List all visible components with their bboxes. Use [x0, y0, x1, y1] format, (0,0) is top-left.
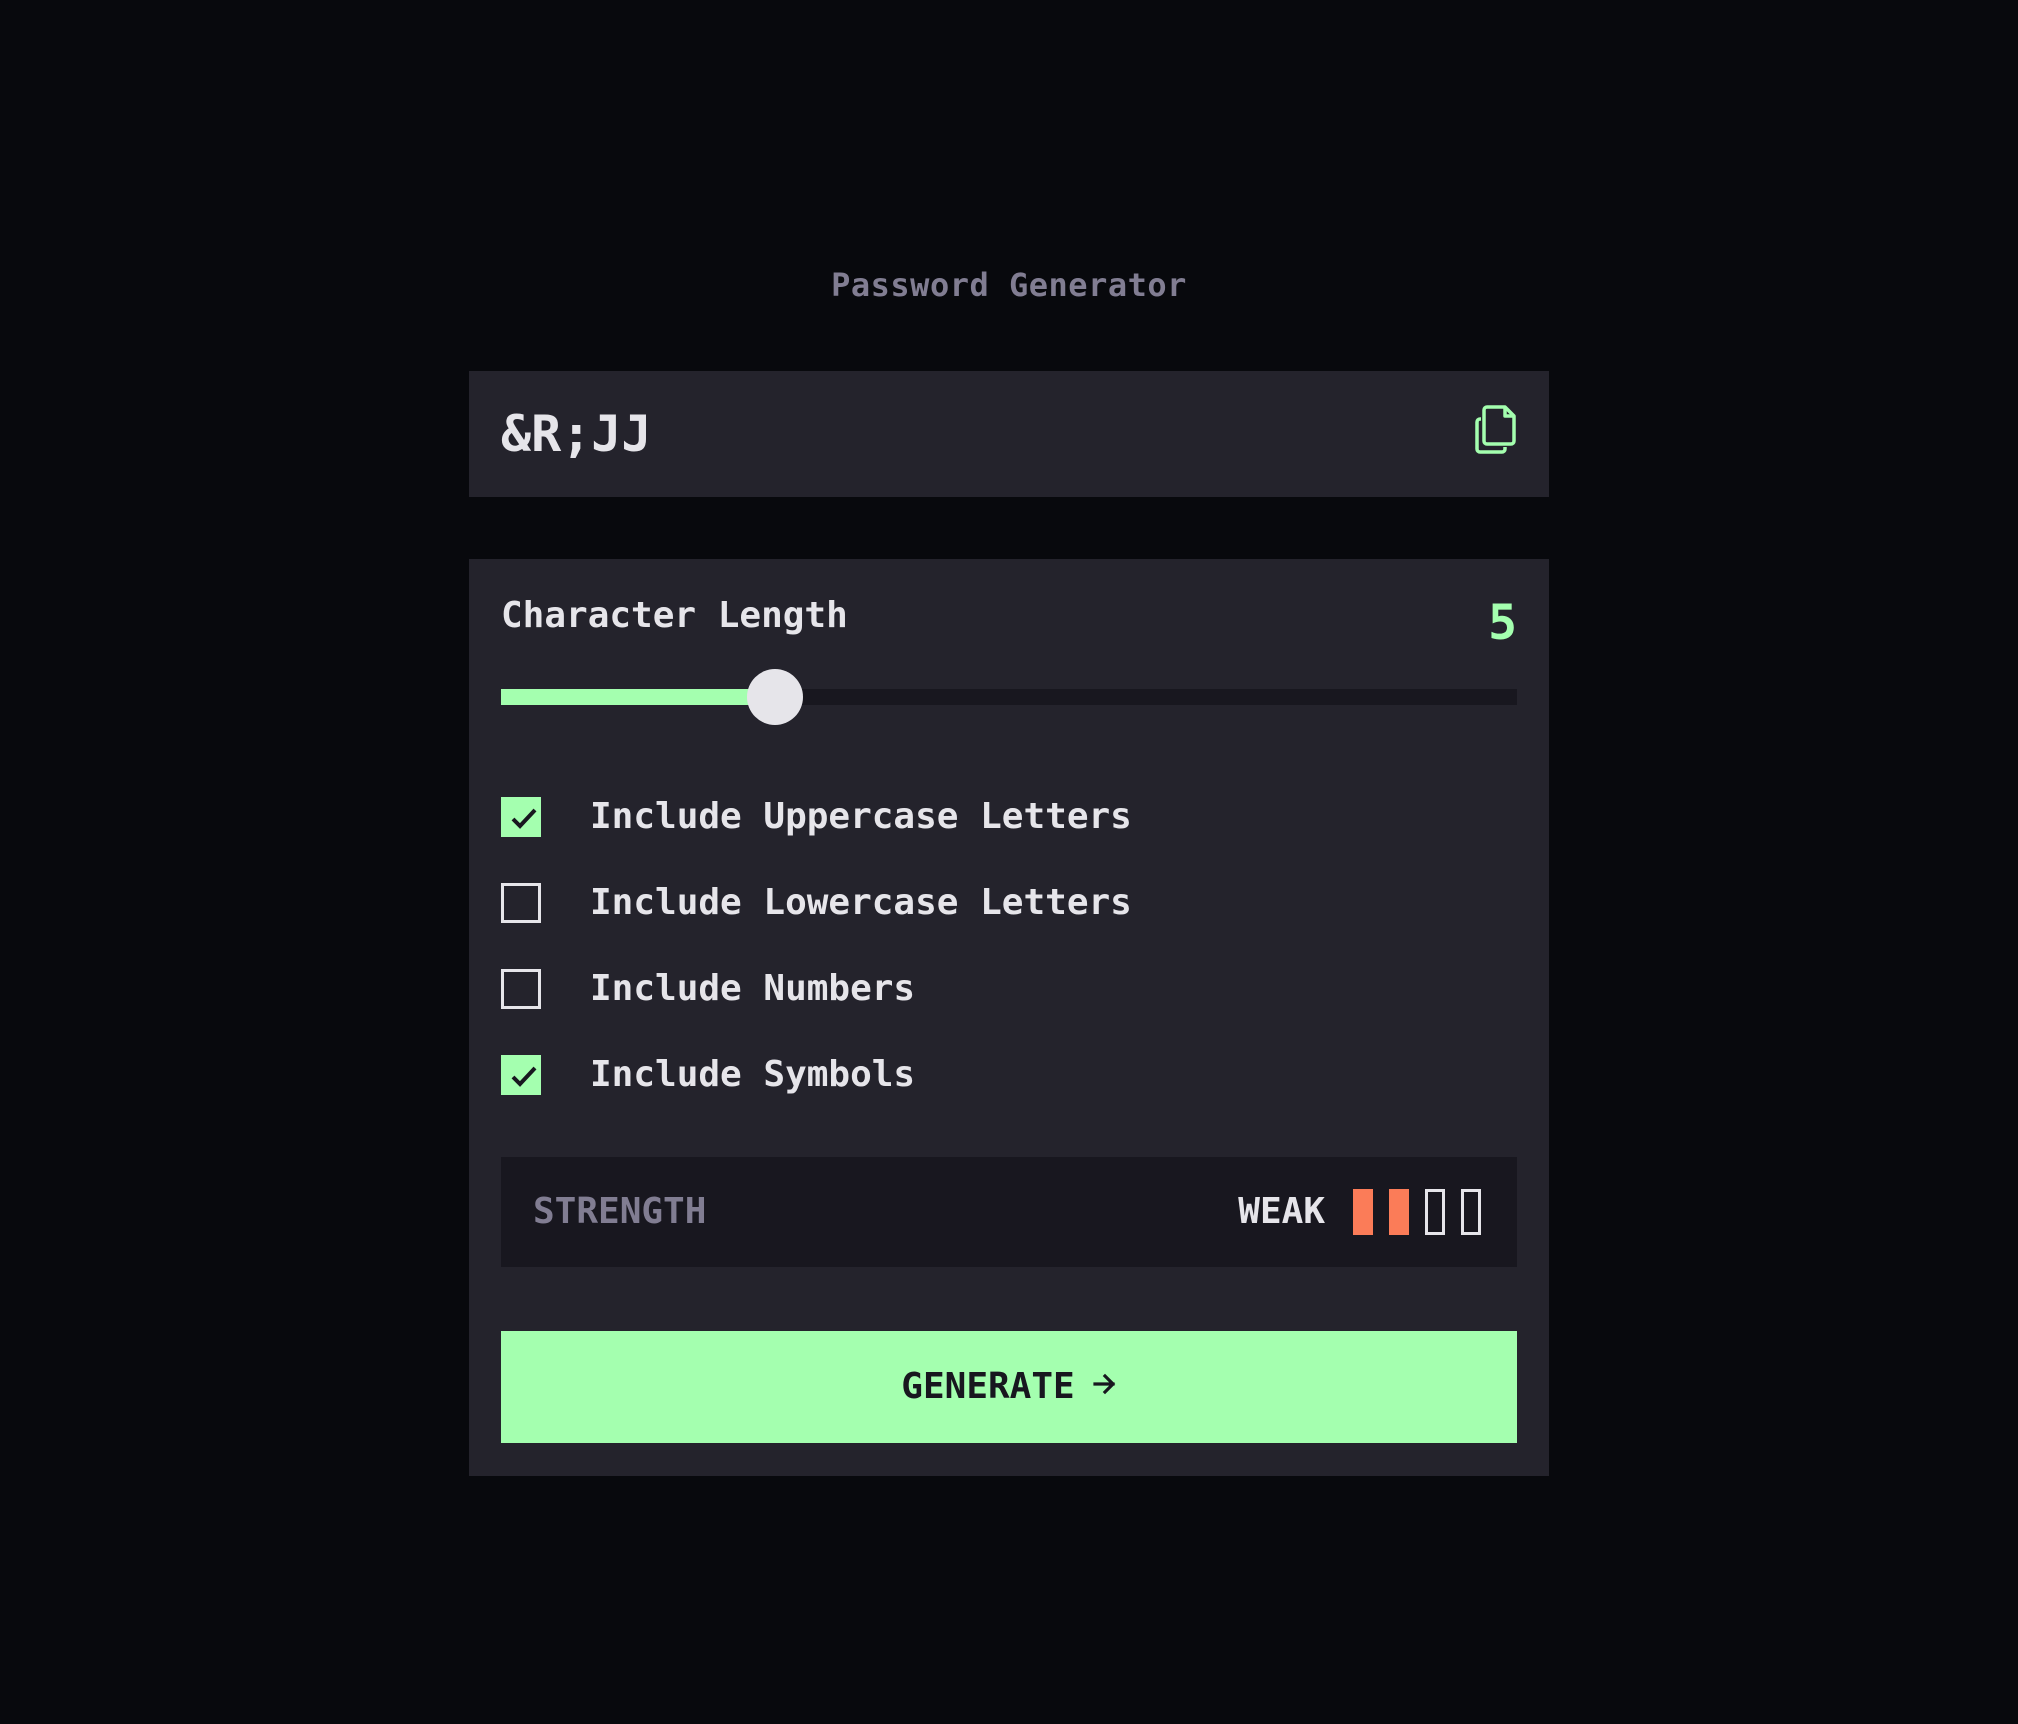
settings-panel: Character Length 5 Include Uppercase Let…: [469, 559, 1549, 1476]
uppercase-checkbox[interactable]: [501, 797, 541, 837]
numbers-label: Include Numbers: [590, 968, 916, 1009]
lowercase-label: Include Lowercase Letters: [590, 882, 1132, 923]
length-slider-thumb[interactable]: [747, 669, 804, 725]
generate-button[interactable]: GENERATE: [501, 1331, 1517, 1443]
strength-bar: [1425, 1189, 1445, 1235]
check-icon: [511, 1066, 537, 1087]
option-symbols[interactable]: Include Symbols: [501, 1050, 1401, 1100]
character-length-value: 5: [1488, 595, 1517, 651]
symbols-label: Include Symbols: [590, 1054, 916, 1095]
length-slider[interactable]: [501, 669, 1517, 725]
strength-meter: [1353, 1189, 1483, 1235]
option-numbers[interactable]: Include Numbers: [501, 964, 1401, 1014]
strength-bar: [1389, 1189, 1409, 1235]
strength-label: STRENGTH: [533, 1191, 707, 1232]
copy-icon: [1473, 405, 1519, 459]
symbols-checkbox[interactable]: [501, 1055, 541, 1095]
strength-panel: STRENGTH WEAK: [501, 1157, 1517, 1267]
numbers-checkbox[interactable]: [501, 969, 541, 1009]
strength-rating: WEAK: [1238, 1191, 1325, 1232]
strength-bar: [1461, 1189, 1481, 1235]
character-length-label: Character Length: [501, 595, 848, 636]
password-text[interactable]: &R;JJ: [501, 404, 652, 464]
check-icon: [511, 808, 537, 829]
generate-label: GENERATE: [901, 1366, 1075, 1407]
strength-bar: [1353, 1189, 1373, 1235]
copy-button[interactable]: [1473, 403, 1519, 455]
arrow-right-icon: [1093, 1329, 1117, 1441]
app-title: Password Generator: [831, 266, 1187, 304]
length-slider-fill: [501, 689, 776, 705]
option-lowercase[interactable]: Include Lowercase Letters: [501, 878, 1401, 928]
lowercase-checkbox[interactable]: [501, 883, 541, 923]
option-uppercase[interactable]: Include Uppercase Letters: [501, 792, 1401, 842]
uppercase-label: Include Uppercase Letters: [590, 796, 1132, 837]
password-output-panel: &R;JJ: [469, 371, 1549, 497]
